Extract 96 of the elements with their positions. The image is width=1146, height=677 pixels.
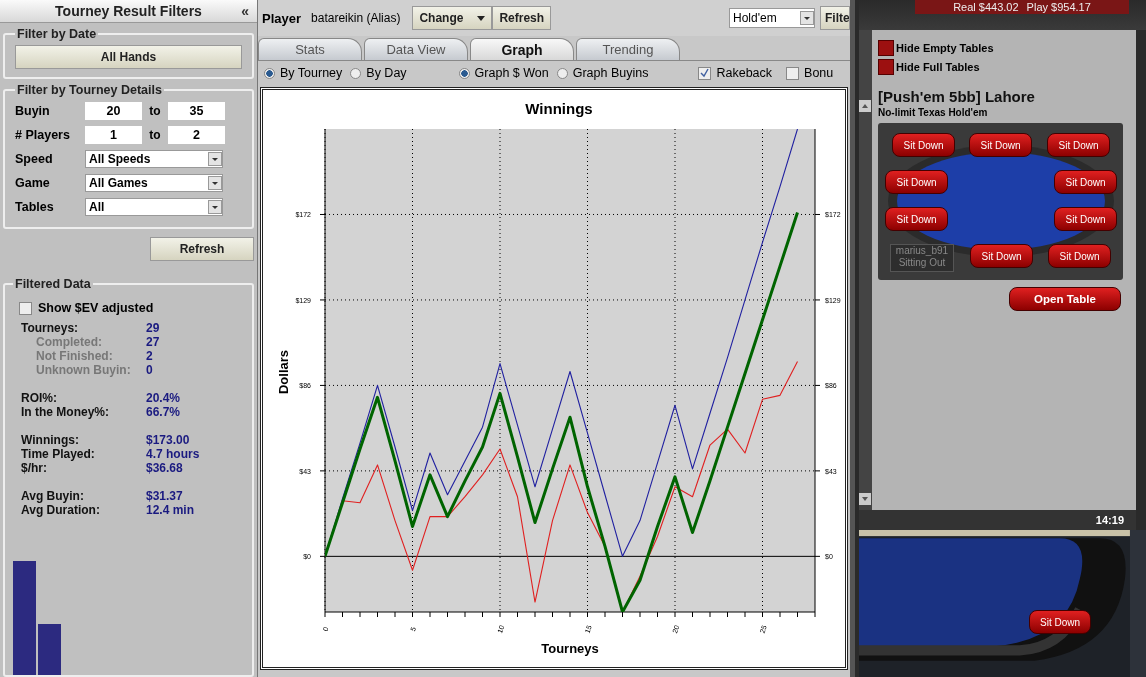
radio-label: Graph Buyins	[572, 66, 649, 80]
filter-button[interactable]: Filte	[820, 6, 850, 30]
stat-value: 4.7 hours	[146, 447, 200, 461]
group-legend: Filter by Tourney Details	[15, 83, 164, 97]
table-name: [Push'em 5bb] Lahore	[878, 88, 1036, 105]
stat-value: $173.00	[146, 433, 190, 447]
stat-label: Avg Duration:	[21, 503, 101, 517]
player-name: marius_b91	[895, 245, 949, 257]
checkbox-label: Hide Full Tables	[896, 60, 980, 73]
range-separator: to	[148, 104, 162, 118]
dropdown-field[interactable]: All Speeds	[85, 150, 223, 168]
stat-value: 66.7%	[146, 405, 181, 419]
radio-label: Graph $ Won	[474, 66, 549, 80]
checkbox-label: Rakeback	[716, 66, 773, 80]
stat-label: Unknown Buyin:	[35, 363, 132, 377]
stat-label: Tourneys:	[21, 321, 80, 335]
checkbox[interactable]	[19, 301, 32, 315]
sit-down-button[interactable]: Sit Down	[892, 133, 955, 157]
checkbox[interactable]	[878, 39, 894, 56]
range-from-field[interactable]: 20	[85, 102, 142, 120]
refresh-button[interactable]: Refresh	[150, 237, 254, 261]
balance-text: Play $954.17	[1026, 1, 1091, 13]
field-label: # Players	[15, 128, 71, 142]
open-table-button[interactable]: Open Table	[1009, 287, 1121, 311]
tab[interactable]: Graph	[470, 38, 574, 60]
stat-value: 20.4%	[146, 391, 181, 405]
change-button[interactable]: Change	[412, 6, 493, 30]
player-name: batareikin (Alias)	[311, 11, 401, 25]
radio-label: By Tourney	[280, 66, 343, 80]
stat-label: Completed:	[35, 335, 103, 349]
stat-value: $36.68	[146, 461, 183, 475]
scroll-down-icon	[859, 493, 871, 505]
y-axis-title: Dollars	[276, 349, 291, 395]
field-label: Game	[15, 176, 51, 190]
sit-down-button[interactable]: Sit Down	[885, 170, 948, 194]
sit-down-button[interactable]: Sit Down	[1054, 170, 1117, 194]
range-to-field[interactable]: 35	[168, 102, 225, 120]
range-from-field[interactable]: 1	[85, 126, 142, 144]
game-type: No-limit Texas Hold'em	[878, 107, 989, 118]
stat-value: 27	[146, 335, 160, 349]
stat-label: Not Finished:	[35, 349, 114, 363]
checkbox-label: Hide Empty Tables	[896, 41, 994, 54]
stat-label: In the Money%:	[21, 405, 110, 419]
radio-label: By Day	[366, 66, 407, 80]
radio-button[interactable]	[458, 67, 470, 79]
all-hands-button[interactable]: All Hands	[15, 45, 242, 69]
balance-text: Real $443.02	[953, 1, 1019, 13]
stat-label: Time Played:	[21, 447, 96, 461]
sit-down-button[interactable]: Sit Down	[1029, 610, 1091, 634]
field-label: Tables	[15, 200, 55, 214]
checkbox[interactable]	[878, 58, 894, 75]
stat-label: $/hr:	[21, 461, 48, 475]
game-dropdown[interactable]: Hold'em	[729, 8, 815, 28]
stat-value: $31.37	[146, 489, 183, 503]
stat-value: 29	[146, 321, 160, 335]
sit-down-button[interactable]: Sit Down	[885, 207, 948, 231]
sit-down-button[interactable]: Sit Down	[1054, 207, 1117, 231]
range-separator: to	[148, 128, 162, 142]
caret-icon	[477, 15, 486, 21]
scrollbar[interactable]	[859, 30, 872, 510]
radio-button[interactable]	[350, 67, 362, 79]
stat-value: 12.4 min	[146, 503, 195, 517]
sit-down-button[interactable]: Sit Down	[969, 133, 1032, 157]
stat-label: Avg Buyin:	[21, 489, 85, 503]
tab[interactable]: Trending	[576, 38, 680, 60]
x-axis-title: Tourneys	[541, 641, 599, 656]
dropdown-field[interactable]: All Games	[85, 174, 223, 192]
sit-down-button[interactable]: Sit Down	[1048, 244, 1111, 268]
chart-title: Winnings	[525, 100, 593, 117]
tab[interactable]: Data View	[364, 38, 468, 60]
stat-value: 0	[146, 363, 153, 377]
scroll-up-icon	[859, 100, 871, 112]
group-legend: Filter by Date	[15, 27, 99, 41]
radio-button[interactable]	[264, 67, 275, 79]
tab[interactable]: Stats	[258, 38, 362, 60]
player-label: Player	[262, 10, 302, 26]
panel-title: Tourney Result Filters	[55, 3, 202, 19]
clock: 14:19	[1095, 514, 1124, 526]
field-label: Speed	[15, 152, 54, 166]
radio-button[interactable]	[556, 67, 568, 79]
player-status: Sitting Out	[898, 257, 946, 269]
field-label: Buyin	[15, 104, 51, 118]
sit-down-button[interactable]: Sit Down	[970, 244, 1033, 268]
checkbox[interactable]	[786, 66, 800, 80]
checkbox[interactable]	[698, 66, 712, 80]
stat-label: ROI%:	[21, 391, 58, 405]
stat-label: Winnings:	[21, 433, 80, 447]
checkbox-label: Bonu	[804, 66, 834, 80]
sit-down-button[interactable]: Sit Down	[1047, 133, 1110, 157]
checkbox-label: Show $EV adjusted	[38, 301, 154, 315]
range-to-field[interactable]: 2	[168, 126, 225, 144]
stat-value: 2	[146, 349, 153, 363]
collapse-button[interactable]: «	[239, 3, 251, 19]
refresh-button[interactable]: Refresh	[492, 6, 552, 30]
dropdown-field[interactable]: All	[85, 198, 223, 216]
group-legend: Filtered Data	[13, 277, 93, 291]
